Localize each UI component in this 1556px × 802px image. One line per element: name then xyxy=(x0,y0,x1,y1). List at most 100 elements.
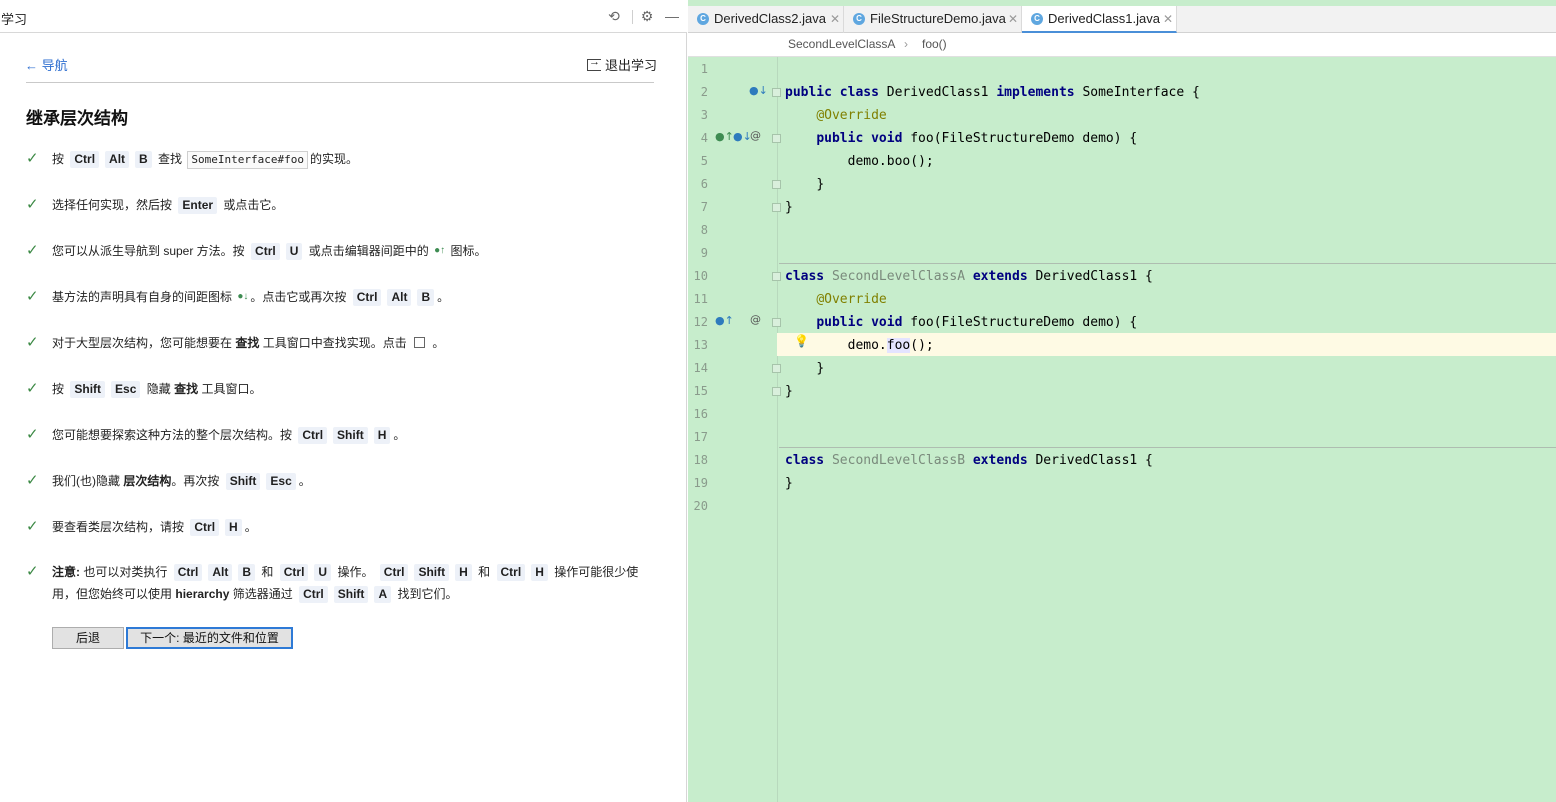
code-line: @Override xyxy=(816,108,887,123)
fold-marker[interactable] xyxy=(772,88,781,97)
breadcrumb-separator: › xyxy=(904,37,908,51)
next-lesson-button[interactable]: 下一个: 最近的文件和位置 xyxy=(126,627,293,649)
code-line: demo.boo(); xyxy=(847,154,934,169)
kbd-key: B xyxy=(135,151,152,168)
annotation-icon[interactable]: @ xyxy=(750,313,761,326)
restart-icon[interactable]: ⟲ xyxy=(606,8,622,24)
kbd-key: Esc xyxy=(266,473,296,490)
checkmark-icon: ✓ xyxy=(26,426,39,443)
code-line: } xyxy=(816,177,825,192)
editor-tab-bar: C DerivedClass2.java ✕ C FileStructureDe… xyxy=(688,6,1556,33)
line-number: 4 xyxy=(700,131,708,145)
line-number: 17 xyxy=(693,430,708,444)
back-button[interactable]: 后退 xyxy=(52,627,124,649)
kbd-key: Esc xyxy=(111,381,141,398)
learn-panel-header: 学习 ⟲ ⚙ — xyxy=(0,0,687,33)
overrides-method-icon[interactable]: ●↑ xyxy=(715,314,734,327)
close-icon[interactable]: ✕ xyxy=(830,6,840,32)
step-text-part: 按 xyxy=(52,382,65,396)
line-number: 7 xyxy=(700,200,708,214)
code-line: class SecondLevelClassB extends DerivedC… xyxy=(785,453,1153,468)
fold-marker[interactable] xyxy=(772,134,781,143)
code-line: public void foo(FileStructureDemo demo) … xyxy=(816,315,1138,330)
code-editor: C DerivedClass2.java ✕ C FileStructureDe… xyxy=(688,0,1556,802)
fold-marker[interactable] xyxy=(772,180,781,189)
step-text-part: 或点击编辑器间距中的 xyxy=(308,244,429,258)
java-class-icon: C xyxy=(697,13,709,25)
step-text-part: 您可能想要探索这种方法的整个层次结构。按 xyxy=(52,428,293,442)
header-divider xyxy=(632,10,633,24)
tab-derivedclass1[interactable]: C DerivedClass1.java ✕ xyxy=(1022,6,1177,33)
step-text-part: 操作。 xyxy=(337,565,374,579)
exit-learning-label: 退出学习 xyxy=(605,58,658,73)
step-text-part: 和 xyxy=(478,565,491,579)
line-number: 9 xyxy=(700,246,708,260)
kbd-key: Ctrl xyxy=(496,564,526,581)
divider xyxy=(26,82,654,83)
step-text-part: 。点击它或再次按 xyxy=(250,290,347,304)
tab-filestructuredemo[interactable]: C FileStructureDemo.java ✕ xyxy=(844,6,1022,33)
editor-gutter[interactable]: 1 2 3 4 5 6 7 8 9 10 11 12 13 14 15 16 1… xyxy=(688,57,781,802)
step-text-part: 工具窗口。 xyxy=(201,382,262,396)
open-in-find-tool-icon[interactable] xyxy=(414,337,426,348)
step-text-part: 。 xyxy=(437,290,450,304)
close-icon[interactable]: ✕ xyxy=(1163,6,1173,32)
step-text-part: 。 xyxy=(244,520,257,534)
step-text-part: 选择任何实现，然后按 xyxy=(52,198,173,212)
line-number: 6 xyxy=(700,177,708,191)
fold-marker[interactable] xyxy=(772,272,781,281)
code-line: } xyxy=(785,476,793,491)
step-text-part: 我们(也)隐藏 xyxy=(52,474,120,488)
exit-learning-button[interactable]: 退出学习 xyxy=(587,55,657,74)
step-text-bold: 层次结构 xyxy=(123,474,172,488)
kbd-key: Shift xyxy=(333,427,368,444)
tab-derivedclass2[interactable]: C DerivedClass2.java ✕ xyxy=(688,6,844,33)
close-icon[interactable]: ✕ xyxy=(1008,6,1018,32)
kbd-key: Shift xyxy=(70,381,106,398)
step-text-part: 对于大型层次结构，您可能想要在 xyxy=(52,336,233,350)
minimize-icon[interactable]: — xyxy=(664,8,680,24)
step-text-part: 隐藏 xyxy=(146,382,171,396)
code-line: } xyxy=(785,384,793,399)
checkmark-icon: ✓ xyxy=(26,242,39,259)
kbd-key: Shift xyxy=(333,586,369,603)
kbd-key: Ctrl xyxy=(352,289,382,306)
gear-icon[interactable]: ⚙ xyxy=(639,8,655,24)
step-text: 对于大型层次结构，您可能想要在 查找 工具窗口中查找实现。点击 。 xyxy=(52,332,652,354)
annotation-icon[interactable]: @ xyxy=(750,129,761,142)
kbd-key: Ctrl xyxy=(279,564,309,581)
tab-label: DerivedClass1.java xyxy=(1048,11,1160,26)
code-area[interactable]: public class DerivedClass1 implements So… xyxy=(785,57,1556,802)
implemented-by-icon[interactable]: ●↓ xyxy=(749,84,768,97)
overridden-by-icon[interactable]: ●↓ xyxy=(733,130,752,143)
breadcrumb-item-class[interactable]: SecondLevelClassA xyxy=(788,37,895,51)
kbd-key: H xyxy=(531,564,548,581)
tab-label: FileStructureDemo.java xyxy=(870,11,1006,26)
breadcrumb-item-method[interactable]: foo() xyxy=(922,37,947,51)
code-line: @Override xyxy=(816,292,887,307)
kbd-key: H xyxy=(225,519,242,536)
fold-marker[interactable] xyxy=(772,318,781,327)
fold-marker[interactable] xyxy=(772,387,781,396)
fold-marker[interactable] xyxy=(772,364,781,373)
kbd-key: Shift xyxy=(225,473,261,490)
step-text-part: 找到它们。 xyxy=(397,587,458,601)
step-text-part: 工具窗口中查找实现。点击 xyxy=(262,336,407,350)
fold-marker[interactable] xyxy=(772,203,781,212)
tab-label: DerivedClass2.java xyxy=(714,11,826,26)
step-text-part: 查找 xyxy=(158,152,183,166)
step-text: 要查看类层次结构，请按 Ctrl H。 xyxy=(52,516,652,538)
line-number: 8 xyxy=(700,223,708,237)
panel-title: 学习 xyxy=(1,12,28,27)
navigation-back-link[interactable]: ← 导航 xyxy=(25,55,68,74)
step-text-part: 您可以从派生导航到 super 方法。按 xyxy=(52,244,245,258)
checkmark-icon: ✓ xyxy=(26,563,39,580)
line-number: 19 xyxy=(693,476,708,490)
code-line: } xyxy=(816,361,825,376)
implements-method-icon[interactable]: ●↑ xyxy=(715,130,734,143)
step-text-part: 。 xyxy=(432,336,445,350)
checkmark-icon: ✓ xyxy=(26,196,39,213)
kbd-key: Alt xyxy=(387,289,412,306)
implemented-gutter-icon: ●↓ xyxy=(237,291,249,302)
kbd-key: U xyxy=(285,243,303,260)
